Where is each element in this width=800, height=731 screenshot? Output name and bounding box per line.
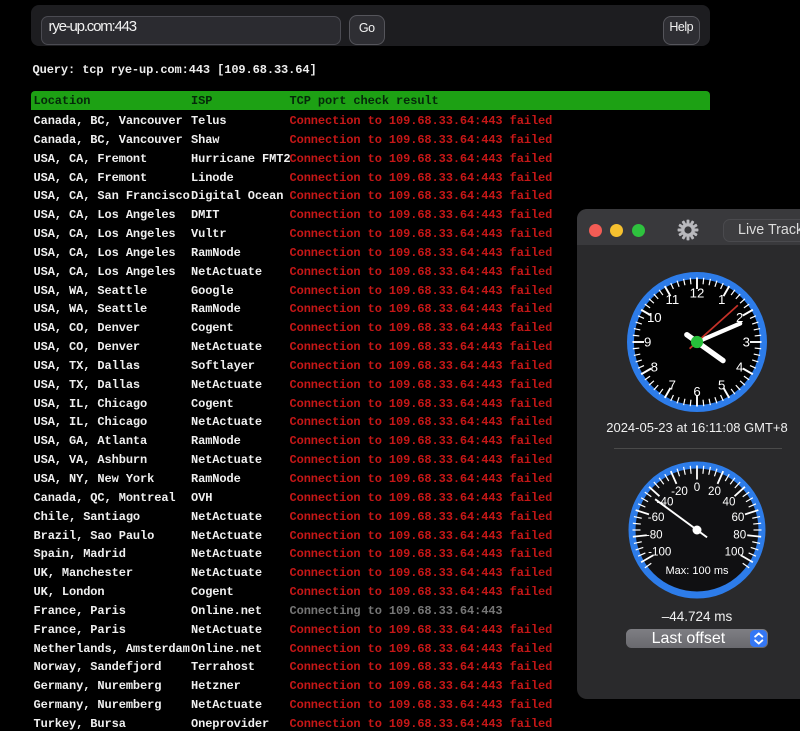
svg-text:-100: -100 (648, 545, 671, 558)
svg-text:8: 8 (651, 359, 658, 374)
svg-text:80: 80 (733, 528, 746, 541)
svg-text:4: 4 (736, 359, 743, 374)
svg-text:60: 60 (731, 510, 744, 523)
svg-text:100: 100 (724, 545, 743, 558)
svg-text:12: 12 (690, 285, 705, 300)
svg-text:40: 40 (722, 495, 735, 508)
svg-text:10: 10 (647, 310, 662, 325)
svg-text:3: 3 (743, 335, 750, 350)
svg-text:9: 9 (644, 335, 651, 350)
svg-text:0: 0 (693, 481, 699, 494)
svg-text:-20: -20 (671, 484, 688, 497)
svg-text:1: 1 (718, 292, 725, 307)
svg-text:20: 20 (708, 484, 721, 497)
svg-text:7: 7 (669, 377, 676, 392)
svg-text:5: 5 (718, 377, 725, 392)
svg-text:Max: 100 ms: Max: 100 ms (665, 565, 728, 577)
svg-text:-80: -80 (645, 528, 662, 541)
svg-text:-60: -60 (647, 510, 664, 523)
svg-text:6: 6 (693, 384, 700, 399)
svg-text:11: 11 (665, 292, 679, 307)
